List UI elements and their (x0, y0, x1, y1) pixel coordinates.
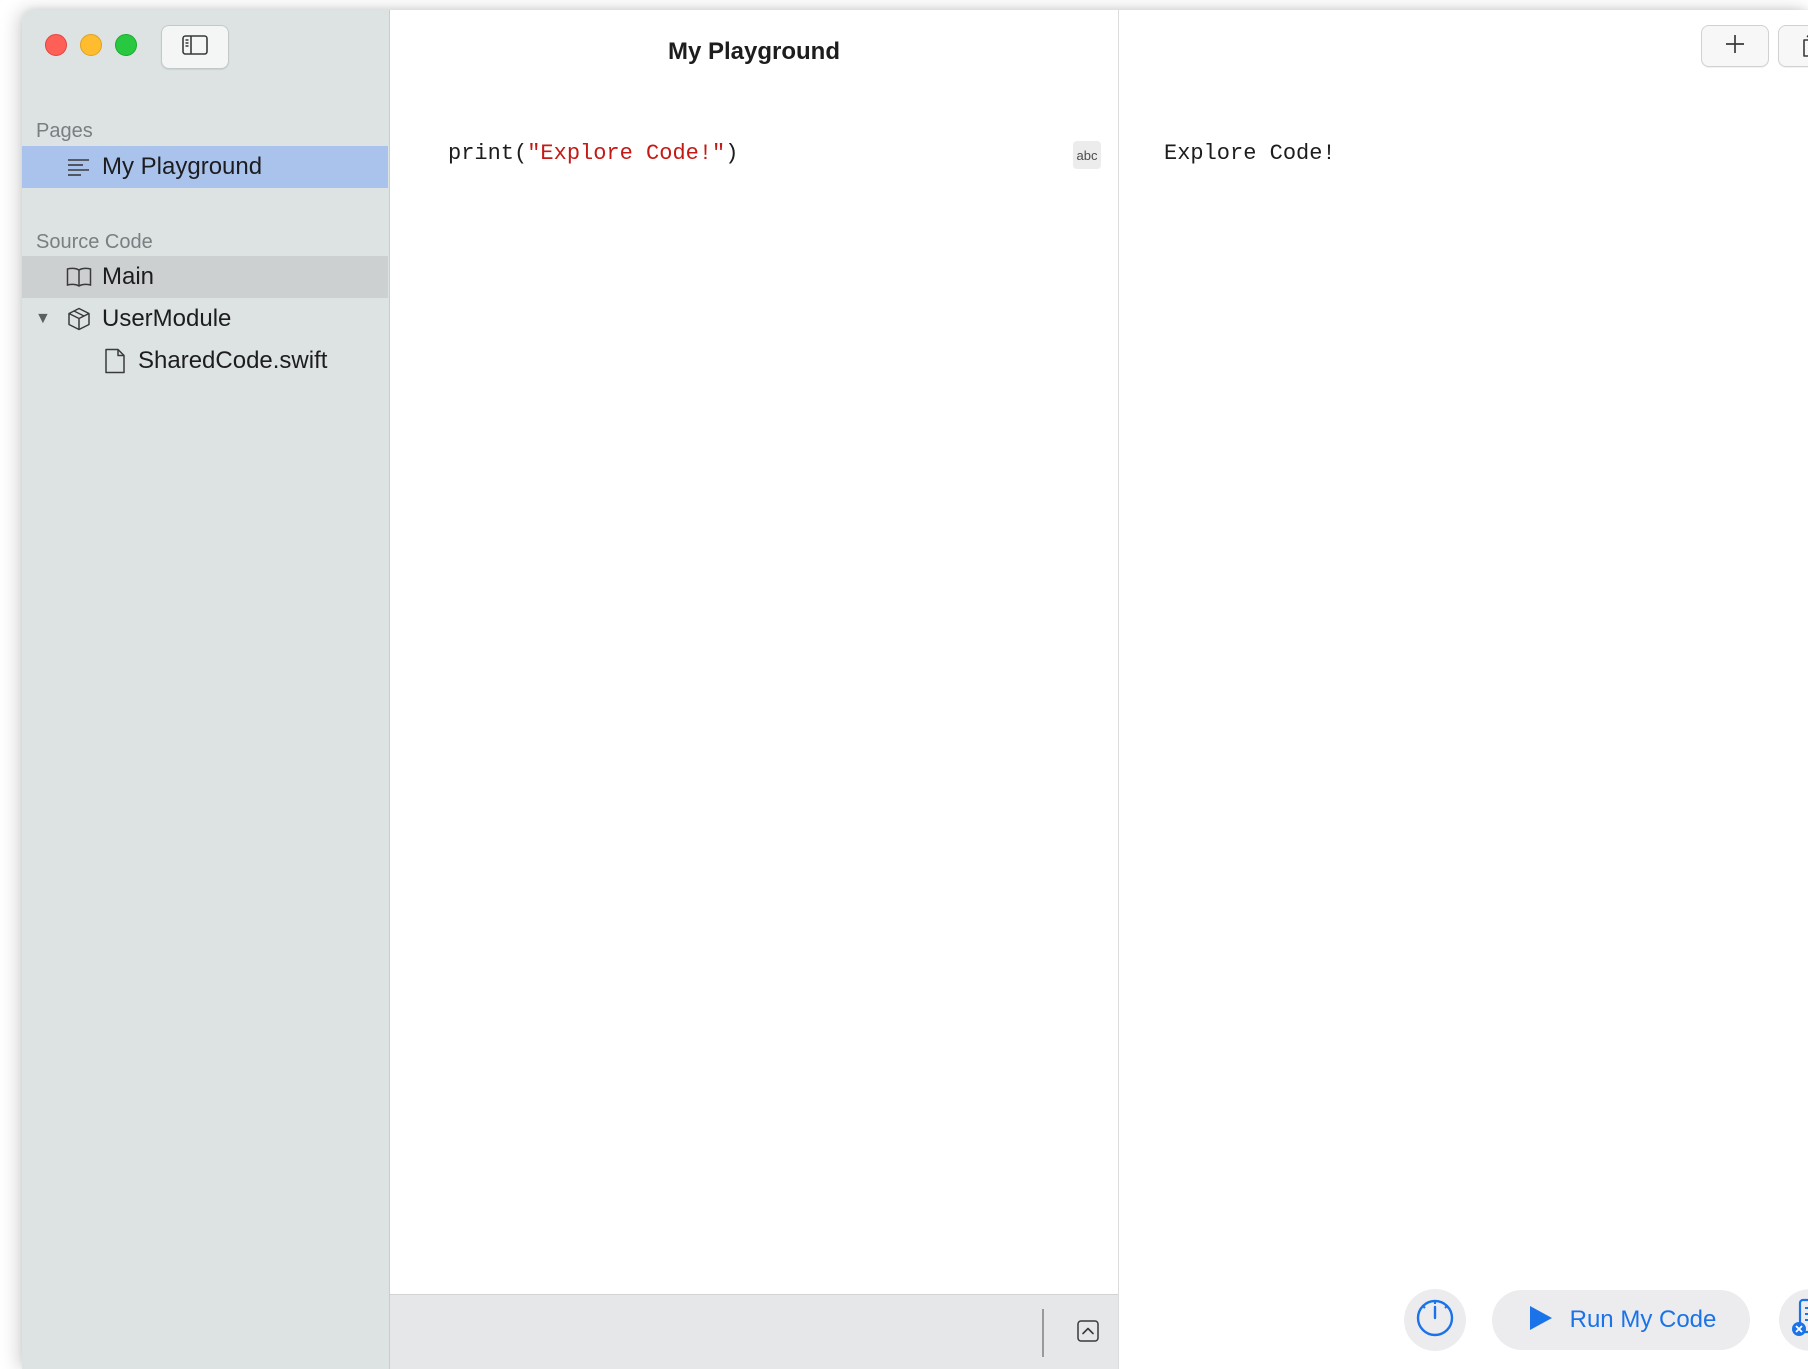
live-view-panel: Explore Code! Run My Code (1119, 10, 1808, 1369)
sidebar: Pages My Playground Source Code Main ▼ U… (22, 10, 390, 1369)
run-button-label: Run My Code (1569, 1306, 1717, 1333)
sidebar-item-label: My Playground (102, 153, 263, 180)
console-output: Explore Code! (1164, 141, 1336, 166)
add-button[interactable] (1701, 25, 1769, 67)
share-icon (1801, 30, 1808, 63)
lines-page-icon (66, 154, 92, 180)
book-icon (66, 264, 92, 290)
step-speed-button[interactable] (1404, 1289, 1466, 1351)
plus-icon (1724, 33, 1746, 60)
zoom-window-button[interactable] (115, 34, 137, 56)
chevron-up-square-icon (1077, 1319, 1099, 1347)
code-token: ) (725, 141, 739, 166)
code-token: print( (448, 141, 528, 166)
minimize-window-button[interactable] (80, 34, 102, 56)
sidebar-item-main[interactable]: Main (22, 256, 388, 298)
code-editor[interactable]: My Playground print("Explore Code!") abc (390, 10, 1119, 1369)
divider (1042, 1309, 1044, 1357)
sidebar-item-label: Main (102, 263, 155, 290)
editor-footer-bar (390, 1294, 1118, 1369)
disclosure-triangle-icon[interactable]: ▼ (35, 310, 51, 328)
sidebar-toggle-icon (182, 34, 208, 60)
sidebar-item-sharedcode[interactable]: SharedCode.swift (22, 340, 388, 382)
sidebar-toggle-button[interactable] (161, 25, 229, 69)
sidebar-item-usermodule[interactable]: ▼ UserModule (22, 298, 388, 340)
traffic-lights (45, 34, 137, 56)
log-document-icon (1790, 1296, 1808, 1345)
show-console-button[interactable] (1076, 1319, 1100, 1347)
result-badge[interactable]: abc (1073, 141, 1101, 169)
sidebar-item-label: UserModule (102, 305, 232, 332)
code-string-literal: "Explore Code!" (527, 141, 726, 166)
cube-icon (66, 306, 92, 332)
sidebar-item-label: SharedCode.swift (138, 347, 328, 374)
share-button[interactable] (1778, 25, 1808, 67)
code-line-1[interactable]: print("Explore Code!") (448, 141, 738, 166)
window-title: My Playground (667, 38, 841, 65)
close-window-button[interactable] (45, 34, 67, 56)
results-log-button[interactable] (1779, 1289, 1808, 1351)
play-icon (1526, 1304, 1554, 1337)
sidebar-item-my-playground[interactable]: My Playground (22, 146, 388, 188)
source-code-section-header: Source Code (36, 231, 153, 253)
speedometer-icon (1415, 1298, 1455, 1343)
playground-window: Pages My Playground Source Code Main ▼ U… (22, 10, 1808, 1369)
run-my-code-button[interactable]: Run My Code (1492, 1290, 1750, 1350)
pages-section-header: Pages (36, 120, 93, 142)
document-icon (102, 348, 128, 374)
